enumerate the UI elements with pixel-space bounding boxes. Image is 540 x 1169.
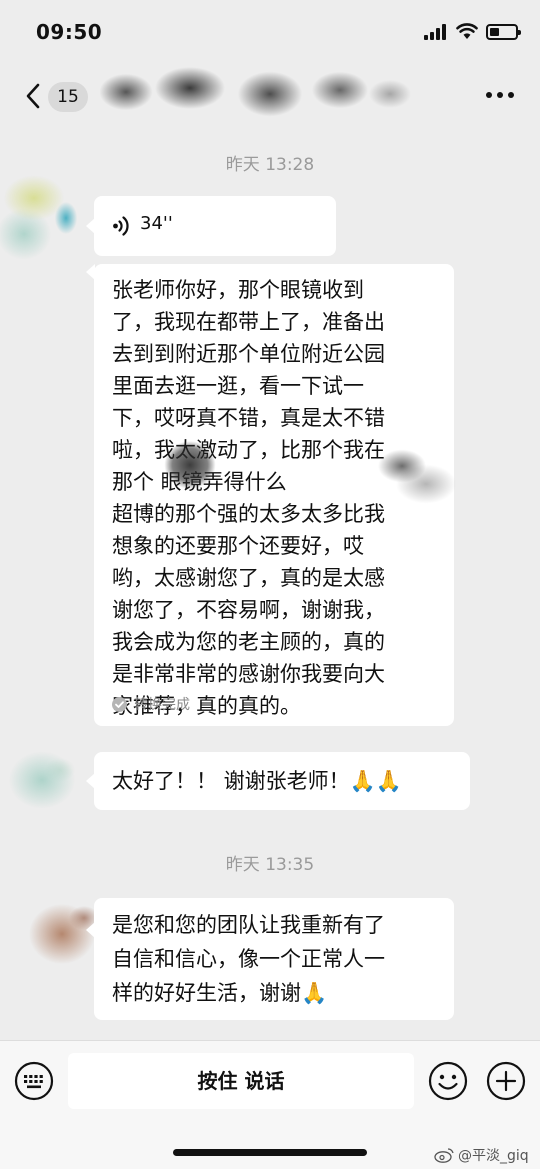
plus-icon[interactable] <box>486 1061 526 1101</box>
message-timestamp: 昨天 13:28 <box>225 155 315 175</box>
transcript-line: 里面去逛一逛，看一下试一 <box>112 374 364 398</box>
voice-transcript-bubble[interactable]: 张老师你好，那个眼镜收到 了，我现在都带上了，准备出 去到到附近那个单位附近公园… <box>86 264 472 726</box>
voice-wave-icon <box>113 216 129 236</box>
message-line: 是您和您的团队让我重新有了 <box>112 913 385 937</box>
transcript-line: 啦，我太激动了，比那个我在 <box>112 438 385 462</box>
transcript-line: 下，哎呀真不错，真是太不错 <box>112 406 385 430</box>
contact-avatar[interactable] <box>0 740 84 820</box>
hold-to-talk-button[interactable]: 按住 说话 <box>68 1053 414 1109</box>
message-timestamp: 昨天 13:35 <box>225 855 315 875</box>
weibo-logo-icon <box>434 1148 454 1163</box>
transcript-line: 那个 眼镜弄得什么 <box>112 470 287 494</box>
voice-message-bubble[interactable]: 34'' <box>86 196 336 256</box>
message-line: 自信和信心，像一个正常人一 <box>112 947 385 971</box>
transcript-line: 是非常非常的感谢你我要向大 <box>112 662 385 686</box>
text-message-bubble[interactable]: 太好了！！ 谢谢张老师！🙏🙏 <box>86 752 470 810</box>
wifi-icon <box>456 23 478 39</box>
status-bar: 09:50 <box>0 0 540 66</box>
transcript-line: 超博的那个强的太多太多比我 <box>112 502 385 526</box>
chat-header: 15 <box>0 60 540 126</box>
transcript-line: 张老师你好，那个眼镜收到 <box>112 278 364 302</box>
transcript-line: 了，我现在都带上了，准备出 <box>112 310 385 334</box>
transcript-line: 想象的还要那个还要好，哎 <box>112 534 364 558</box>
transcript-line: 谢您了，不容易啊，谢谢我， <box>112 598 385 622</box>
transcript-status-label: 转换完成 <box>134 697 190 713</box>
message-line: 样的好好生活，谢谢🙏 <box>112 981 328 1005</box>
check-circle-icon <box>112 696 127 712</box>
unread-count-badge[interactable]: 15 <box>48 82 88 112</box>
watermark-text: @平淡_giq <box>458 1148 529 1164</box>
text-message-bubble[interactable]: 是您和您的团队让我重新有了 自信和信心，像一个正常人一 样的好好生活，谢谢🙏 <box>86 898 454 1020</box>
contact-avatar[interactable] <box>0 168 78 264</box>
message-text: 太好了！！ 谢谢张老师！🙏🙏 <box>112 769 402 793</box>
transcript-text: 张老师你好，那个眼镜收到 了，我现在都带上了，准备出 去到到附近那个单位附近公园… <box>112 274 444 722</box>
transcript-line: 哟，太感谢您了，真的是太感 <box>112 566 385 590</box>
status-time: 09:50 <box>36 20 103 44</box>
emoji-icon[interactable] <box>428 1061 468 1101</box>
keyboard-icon[interactable] <box>14 1061 54 1101</box>
weibo-watermark: @平淡_giq <box>434 1145 529 1165</box>
home-indicator <box>173 1149 367 1156</box>
battery-icon <box>486 24 521 40</box>
transcript-line: 去到到附近那个单位附近公园 <box>112 342 385 366</box>
voice-duration: 34'' <box>140 213 173 234</box>
transcript-line: 我会成为您的老主顾的，真的 <box>112 630 385 654</box>
chat-title-redacted <box>100 60 420 124</box>
message-text: 是您和您的团队让我重新有了 自信和信心，像一个正常人一 样的好好生活，谢谢🙏 <box>112 908 442 1010</box>
more-options-icon[interactable] <box>486 92 516 100</box>
back-chevron-icon[interactable] <box>22 82 44 110</box>
chat-input-bar: 按住 说话 @平淡_giq <box>0 1040 540 1169</box>
transcript-status: 转换完成 <box>112 694 190 714</box>
cellular-signal-icon <box>424 24 448 40</box>
